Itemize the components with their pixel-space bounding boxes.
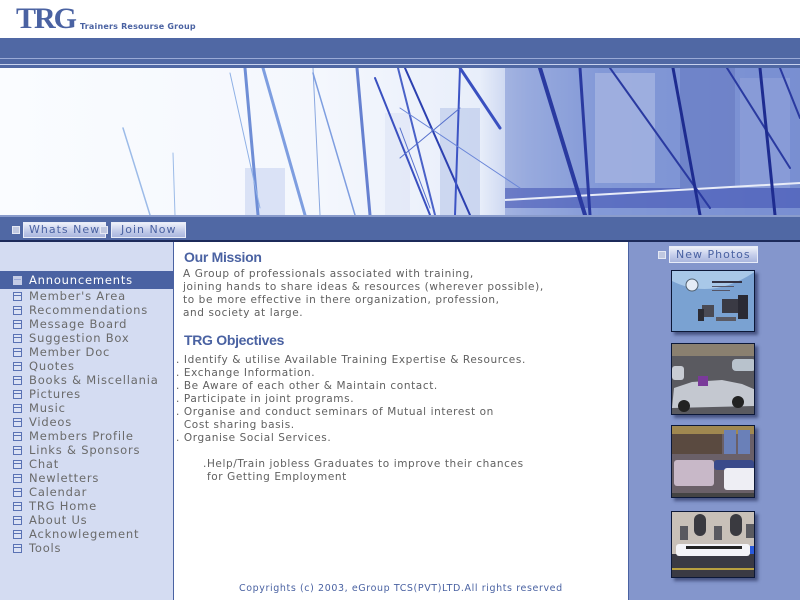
sidebar-item-message-board[interactable]: Message Board xyxy=(0,317,173,331)
photo-thumbnail[interactable] xyxy=(671,425,755,498)
sidebar-item-books-miscellania[interactable]: Books & Miscellania xyxy=(0,373,173,387)
top-navigation-bar: Whats New Join Now xyxy=(0,215,800,240)
convertible-car-photo-icon xyxy=(672,344,754,414)
objectives-heading: TRG Objectives xyxy=(184,332,285,348)
sidebar-item-music[interactable]: Music xyxy=(0,401,173,415)
sidebar-item-label: Acknowlegement xyxy=(29,527,140,541)
photo-thumbnail[interactable] xyxy=(671,343,755,415)
sidebar-item-label: Links & Sponsors xyxy=(29,443,141,457)
sidebar-item-announcements[interactable]: Announcements xyxy=(0,271,173,289)
sidebar-item-label: Tools xyxy=(29,541,62,555)
sidebar-menu: Announcements Member's Area Recommendation… xyxy=(0,271,173,555)
menu-bullet-icon xyxy=(13,515,22,525)
sidebar-item-label: Quotes xyxy=(29,359,75,373)
banner-illustration xyxy=(122,68,800,215)
sidebar-item-chat[interactable]: Chat xyxy=(0,457,173,471)
sidebar-item-label: Members Profile xyxy=(29,429,134,443)
sidebar-item-calendar[interactable]: Calendar xyxy=(0,485,173,499)
photos-column: New Photos xyxy=(628,242,800,600)
sidebar-item-quotes[interactable]: Quotes xyxy=(0,359,173,373)
whats-new-wrapper: Whats New xyxy=(12,222,107,238)
join-now-button[interactable]: Join Now xyxy=(111,222,187,238)
sidebar-item-members-profile[interactable]: Members Profile xyxy=(0,429,173,443)
menu-bullet-icon xyxy=(13,291,22,301)
join-now-wrapper: Join Now xyxy=(100,222,187,238)
menu-bullet-icon xyxy=(13,403,22,413)
mission-text: A Group of professionals associated with… xyxy=(183,268,544,319)
square-bullet-icon xyxy=(12,226,20,234)
sidebar-item-label: Calendar xyxy=(29,485,88,499)
menu-bullet-icon xyxy=(13,529,22,539)
menu-bullet-icon xyxy=(13,275,22,285)
menu-bullet-icon xyxy=(13,375,22,385)
sidebar-item-label: Pictures xyxy=(29,387,81,401)
sidebar-item-label: Music xyxy=(29,401,66,415)
bridge-skyline-banner xyxy=(0,68,800,215)
sidebar-item-label: Message Board xyxy=(29,317,128,331)
menu-bullet-icon xyxy=(13,347,22,357)
sidebar-item-label: Videos xyxy=(29,415,73,429)
menu-bullet-icon xyxy=(13,333,22,343)
menu-bullet-icon xyxy=(13,417,22,427)
objectives-extra: .Help/Train jobless Graduates to improve… xyxy=(203,458,524,483)
sidebar-item-label: Suggestion Box xyxy=(29,331,130,345)
menu-bullet-icon xyxy=(13,319,22,329)
objectives-list: . Identify & utilise Available Training … xyxy=(176,354,526,444)
menu-bullet-icon xyxy=(13,487,22,497)
sidebar-item-recommendations[interactable]: Recommendations xyxy=(0,303,173,317)
site-tagline: Trainers Resourse Group xyxy=(80,22,196,31)
menu-bullet-icon xyxy=(13,389,22,399)
sidebar-item-member-s-area[interactable]: Member's Area xyxy=(0,289,173,303)
sidebar-item-label: Member's Area xyxy=(29,289,126,303)
whats-new-button[interactable]: Whats New xyxy=(23,222,107,238)
photo-thumbnail[interactable] xyxy=(671,270,755,332)
limousine-photo-icon xyxy=(672,512,754,577)
decorative-line xyxy=(0,64,800,65)
sidebar-item-about-us[interactable]: About Us xyxy=(0,513,173,527)
sidebar-item-suggestion-box[interactable]: Suggestion Box xyxy=(0,331,173,345)
sidebar-item-trg-home[interactable]: TRG Home xyxy=(0,499,173,513)
sidebar: Announcements Member's Area Recommendation… xyxy=(0,242,173,600)
mission-heading: Our Mission xyxy=(184,249,262,265)
sidebar-item-tools[interactable]: Tools xyxy=(0,541,173,555)
menu-bullet-icon xyxy=(13,543,22,553)
sidebar-item-label: Recommendations xyxy=(29,303,149,317)
menu-bullet-icon xyxy=(13,445,22,455)
sidebar-item-acknowlegement[interactable]: Acknowlegement xyxy=(0,527,173,541)
top-decorative-bar xyxy=(0,38,800,68)
menu-bullet-icon xyxy=(13,431,22,441)
decorative-line xyxy=(0,58,800,59)
menu-bullet-icon xyxy=(13,305,22,315)
sidebar-item-label: Announcements xyxy=(29,273,133,287)
sidebar-item-videos[interactable]: Videos xyxy=(0,415,173,429)
photo-thumbnail[interactable] xyxy=(671,511,755,578)
sidebar-item-pictures[interactable]: Pictures xyxy=(0,387,173,401)
copyright-text: Copyrights (c) 2003, eGroup TCS(PVT)LTD.… xyxy=(239,583,563,594)
menu-bullet-icon xyxy=(13,501,22,511)
sidebar-item-links-sponsors[interactable]: Links & Sponsors xyxy=(0,443,173,457)
square-bullet-icon xyxy=(658,250,666,259)
sidebar-item-label: About Us xyxy=(29,513,88,527)
new-photos-wrapper: New Photos xyxy=(658,246,758,263)
sidebar-item-member-doc[interactable]: Member Doc xyxy=(0,345,173,359)
menu-bullet-icon xyxy=(13,473,22,483)
sidebar-item-newletters[interactable]: Newletters xyxy=(0,471,173,485)
computer-ad-photo-icon xyxy=(672,271,754,331)
sidebar-item-label: TRG Home xyxy=(29,499,97,513)
sidebar-item-label: Newletters xyxy=(29,471,100,485)
sidebar-item-label: Books & Miscellania xyxy=(29,373,159,387)
menu-bullet-icon xyxy=(13,361,22,371)
main-content: Our Mission A Group of professionals ass… xyxy=(174,242,629,600)
sidebar-item-label: Member Doc xyxy=(29,345,111,359)
site-header: TRG Trainers Resourse Group xyxy=(0,0,800,38)
street-cars-photo-icon xyxy=(672,426,754,497)
square-bullet-icon xyxy=(100,226,108,234)
new-photos-button[interactable]: New Photos xyxy=(669,246,758,263)
menu-bullet-icon xyxy=(13,459,22,469)
sidebar-item-label: Chat xyxy=(29,457,60,471)
trg-logo[interactable]: TRG xyxy=(16,3,77,35)
